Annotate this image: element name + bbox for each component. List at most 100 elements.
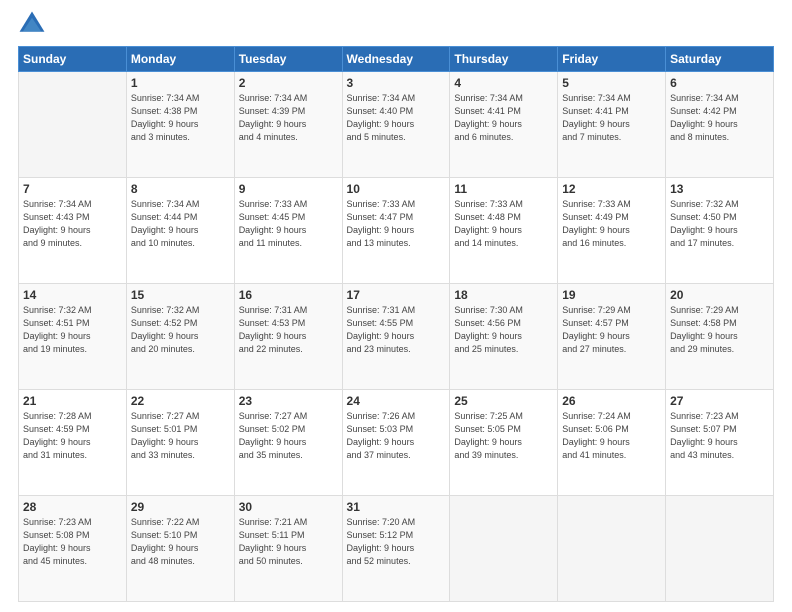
day-info: Sunrise: 7:34 AM Sunset: 4:44 PM Dayligh…: [131, 198, 230, 250]
day-info: Sunrise: 7:26 AM Sunset: 5:03 PM Dayligh…: [347, 410, 446, 462]
day-info: Sunrise: 7:33 AM Sunset: 4:47 PM Dayligh…: [347, 198, 446, 250]
day-number: 27: [670, 394, 769, 408]
day-number: 12: [562, 182, 661, 196]
day-cell: 9 Sunrise: 7:33 AM Sunset: 4:45 PM Daylig…: [234, 178, 342, 284]
day-number: 18: [454, 288, 553, 302]
day-info: Sunrise: 7:33 AM Sunset: 4:45 PM Dayligh…: [239, 198, 338, 250]
weekday-header-row: SundayMondayTuesdayWednesdayThursdayFrid…: [19, 47, 774, 72]
day-info: Sunrise: 7:34 AM Sunset: 4:41 PM Dayligh…: [454, 92, 553, 144]
day-number: 19: [562, 288, 661, 302]
day-info: Sunrise: 7:34 AM Sunset: 4:43 PM Dayligh…: [23, 198, 122, 250]
day-number: 2: [239, 76, 338, 90]
day-cell: 7 Sunrise: 7:34 AM Sunset: 4:43 PM Daylig…: [19, 178, 127, 284]
day-cell: 4 Sunrise: 7:34 AM Sunset: 4:41 PM Daylig…: [450, 72, 558, 178]
day-cell: 11 Sunrise: 7:33 AM Sunset: 4:48 PM Dayli…: [450, 178, 558, 284]
day-cell: 16 Sunrise: 7:31 AM Sunset: 4:53 PM Dayli…: [234, 284, 342, 390]
day-info: Sunrise: 7:29 AM Sunset: 4:57 PM Dayligh…: [562, 304, 661, 356]
day-cell: 31 Sunrise: 7:20 AM Sunset: 5:12 PM Dayli…: [342, 496, 450, 602]
day-number: 16: [239, 288, 338, 302]
day-info: Sunrise: 7:32 AM Sunset: 4:52 PM Dayligh…: [131, 304, 230, 356]
day-cell: 28 Sunrise: 7:23 AM Sunset: 5:08 PM Dayli…: [19, 496, 127, 602]
day-number: 3: [347, 76, 446, 90]
day-info: Sunrise: 7:32 AM Sunset: 4:51 PM Dayligh…: [23, 304, 122, 356]
day-number: 28: [23, 500, 122, 514]
week-row: 14 Sunrise: 7:32 AM Sunset: 4:51 PM Dayli…: [19, 284, 774, 390]
page: SundayMondayTuesdayWednesdayThursdayFrid…: [0, 0, 792, 612]
calendar-table: SundayMondayTuesdayWednesdayThursdayFrid…: [18, 46, 774, 602]
weekday-sunday: Sunday: [19, 47, 127, 72]
day-info: Sunrise: 7:23 AM Sunset: 5:08 PM Dayligh…: [23, 516, 122, 568]
header: [18, 10, 774, 38]
day-info: Sunrise: 7:33 AM Sunset: 4:48 PM Dayligh…: [454, 198, 553, 250]
day-info: Sunrise: 7:32 AM Sunset: 4:50 PM Dayligh…: [670, 198, 769, 250]
day-number: 14: [23, 288, 122, 302]
day-cell: [19, 72, 127, 178]
day-number: 9: [239, 182, 338, 196]
day-info: Sunrise: 7:28 AM Sunset: 4:59 PM Dayligh…: [23, 410, 122, 462]
day-cell: 15Sunrise: 7:32 AM Sunset: 4:52 PM Dayli…: [126, 284, 234, 390]
day-info: Sunrise: 7:25 AM Sunset: 5:05 PM Dayligh…: [454, 410, 553, 462]
day-cell: 19 Sunrise: 7:29 AM Sunset: 4:57 PM Dayli…: [558, 284, 666, 390]
day-info: Sunrise: 7:22 AM Sunset: 5:10 PM Dayligh…: [131, 516, 230, 568]
day-cell: 17 Sunrise: 7:31 AM Sunset: 4:55 PM Dayli…: [342, 284, 450, 390]
weekday-monday: Monday: [126, 47, 234, 72]
day-cell: 18 Sunrise: 7:30 AM Sunset: 4:56 PM Dayli…: [450, 284, 558, 390]
day-cell: 30 Sunrise: 7:21 AM Sunset: 5:11 PM Dayli…: [234, 496, 342, 602]
day-cell: 29Sunrise: 7:22 AM Sunset: 5:10 PM Dayli…: [126, 496, 234, 602]
day-info: Sunrise: 7:34 AM Sunset: 4:41 PM Dayligh…: [562, 92, 661, 144]
week-row: 1Sunrise: 7:34 AM Sunset: 4:38 PM Daylig…: [19, 72, 774, 178]
day-number: 5: [562, 76, 661, 90]
day-info: Sunrise: 7:27 AM Sunset: 5:02 PM Dayligh…: [239, 410, 338, 462]
day-number: 24: [347, 394, 446, 408]
day-cell: 25 Sunrise: 7:25 AM Sunset: 5:05 PM Dayli…: [450, 390, 558, 496]
day-info: Sunrise: 7:30 AM Sunset: 4:56 PM Dayligh…: [454, 304, 553, 356]
day-number: 31: [347, 500, 446, 514]
day-info: Sunrise: 7:29 AM Sunset: 4:58 PM Dayligh…: [670, 304, 769, 356]
day-number: 4: [454, 76, 553, 90]
day-cell: 24 Sunrise: 7:26 AM Sunset: 5:03 PM Dayli…: [342, 390, 450, 496]
day-number: 22: [131, 394, 230, 408]
day-cell: 21 Sunrise: 7:28 AM Sunset: 4:59 PM Dayli…: [19, 390, 127, 496]
day-number: 20: [670, 288, 769, 302]
week-row: 28 Sunrise: 7:23 AM Sunset: 5:08 PM Dayli…: [19, 496, 774, 602]
day-cell: [450, 496, 558, 602]
day-info: Sunrise: 7:31 AM Sunset: 4:55 PM Dayligh…: [347, 304, 446, 356]
day-number: 30: [239, 500, 338, 514]
day-number: 26: [562, 394, 661, 408]
weekday-saturday: Saturday: [666, 47, 774, 72]
day-info: Sunrise: 7:27 AM Sunset: 5:01 PM Dayligh…: [131, 410, 230, 462]
day-cell: 10Sunrise: 7:33 AM Sunset: 4:47 PM Dayli…: [342, 178, 450, 284]
logo-icon: [18, 10, 46, 38]
week-row: 7 Sunrise: 7:34 AM Sunset: 4:43 PM Daylig…: [19, 178, 774, 284]
day-number: 1: [131, 76, 230, 90]
day-cell: 12 Sunrise: 7:33 AM Sunset: 4:49 PM Dayli…: [558, 178, 666, 284]
day-info: Sunrise: 7:20 AM Sunset: 5:12 PM Dayligh…: [347, 516, 446, 568]
day-info: Sunrise: 7:33 AM Sunset: 4:49 PM Dayligh…: [562, 198, 661, 250]
day-cell: 8 Sunrise: 7:34 AM Sunset: 4:44 PM Daylig…: [126, 178, 234, 284]
weekday-friday: Friday: [558, 47, 666, 72]
day-info: Sunrise: 7:21 AM Sunset: 5:11 PM Dayligh…: [239, 516, 338, 568]
day-cell: 3Sunrise: 7:34 AM Sunset: 4:40 PM Daylig…: [342, 72, 450, 178]
day-cell: 26 Sunrise: 7:24 AM Sunset: 5:06 PM Dayli…: [558, 390, 666, 496]
day-number: 25: [454, 394, 553, 408]
day-cell: 2 Sunrise: 7:34 AM Sunset: 4:39 PM Daylig…: [234, 72, 342, 178]
day-info: Sunrise: 7:34 AM Sunset: 4:39 PM Dayligh…: [239, 92, 338, 144]
day-info: Sunrise: 7:31 AM Sunset: 4:53 PM Dayligh…: [239, 304, 338, 356]
day-cell: 5 Sunrise: 7:34 AM Sunset: 4:41 PM Daylig…: [558, 72, 666, 178]
day-cell: [666, 496, 774, 602]
day-cell: 6Sunrise: 7:34 AM Sunset: 4:42 PM Daylig…: [666, 72, 774, 178]
day-number: 8: [131, 182, 230, 196]
day-info: Sunrise: 7:24 AM Sunset: 5:06 PM Dayligh…: [562, 410, 661, 462]
day-number: 11: [454, 182, 553, 196]
day-number: 17: [347, 288, 446, 302]
day-number: 21: [23, 394, 122, 408]
day-cell: 23 Sunrise: 7:27 AM Sunset: 5:02 PM Dayli…: [234, 390, 342, 496]
weekday-tuesday: Tuesday: [234, 47, 342, 72]
day-info: Sunrise: 7:34 AM Sunset: 4:42 PM Dayligh…: [670, 92, 769, 144]
day-cell: 1Sunrise: 7:34 AM Sunset: 4:38 PM Daylig…: [126, 72, 234, 178]
day-number: 23: [239, 394, 338, 408]
day-number: 13: [670, 182, 769, 196]
day-cell: 13 Sunrise: 7:32 AM Sunset: 4:50 PM Dayli…: [666, 178, 774, 284]
day-number: 7: [23, 182, 122, 196]
weekday-thursday: Thursday: [450, 47, 558, 72]
